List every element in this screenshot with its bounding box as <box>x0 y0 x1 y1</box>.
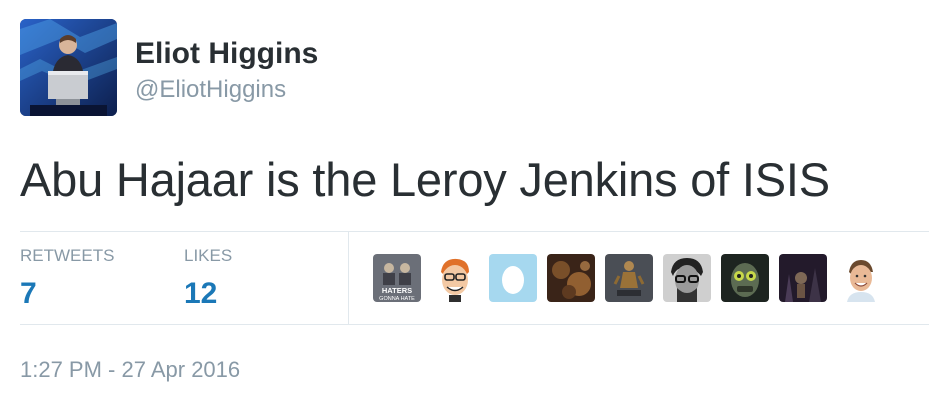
likes-stat[interactable]: LIKES 12 <box>184 246 232 312</box>
likes-count: 12 <box>184 277 218 310</box>
night-scene-icon <box>779 254 827 302</box>
author-screen-name[interactable]: @EliotHiggins <box>135 75 318 105</box>
stats-vertical-divider <box>348 231 349 324</box>
liker-avatar-cartoon[interactable] <box>431 254 479 302</box>
liker-avatar-egg[interactable] <box>489 254 537 302</box>
liker-avatar-glasses-man[interactable] <box>663 254 711 302</box>
tweet-header: Eliot Higgins @EliotHiggins <box>20 19 318 116</box>
liker-avatar-masked-face[interactable] <box>721 254 769 302</box>
tweet-card: Eliot Higgins @EliotHiggins Abu Hajaar i… <box>0 0 929 411</box>
author-names: Eliot Higgins @EliotHiggins <box>135 19 318 105</box>
figurine-icon <box>605 254 653 302</box>
haters-line-1: HATERS <box>382 286 412 295</box>
masked-face-icon <box>721 254 769 302</box>
retweets-label: RETWEETS <box>20 246 115 265</box>
stats-top-divider <box>20 231 929 232</box>
speaker-at-podium-icon <box>20 19 117 116</box>
retweets-count: 7 <box>20 277 37 310</box>
likes-label: LIKES <box>184 246 233 265</box>
haters-gonna-hate-avatar-icon: HATERS GONNA HATE <box>373 254 421 302</box>
cartoon-face-icon <box>431 254 479 302</box>
default-egg-icon <box>489 254 537 302</box>
retweets-stat[interactable]: RETWEETS 7 <box>20 246 114 312</box>
author-avatar[interactable] <box>20 19 117 116</box>
liker-avatar-figurine[interactable] <box>605 254 653 302</box>
liker-avatar-smiling-man[interactable] <box>837 254 885 302</box>
glasses-man-icon <box>663 254 711 302</box>
tweet-timestamp[interactable]: 1:27 PM - 27 Apr 2016 <box>20 356 240 384</box>
dark-photo-icon <box>547 254 595 302</box>
likers-avatar-row: HATERS GONNA HATE <box>373 254 885 302</box>
smiling-man-icon <box>837 254 885 302</box>
liker-avatar-night-scene[interactable] <box>779 254 827 302</box>
author-display-name[interactable]: Eliot Higgins <box>135 35 318 73</box>
liker-avatar-dark-photo[interactable] <box>547 254 595 302</box>
stats-bottom-divider <box>20 324 929 325</box>
liker-avatar-haters-gonna-hate[interactable]: HATERS GONNA HATE <box>373 254 421 302</box>
tweet-text: Abu Hajaar is the Leroy Jenkins of ISIS <box>20 153 830 206</box>
haters-line-2: GONNA HATE <box>379 296 415 302</box>
